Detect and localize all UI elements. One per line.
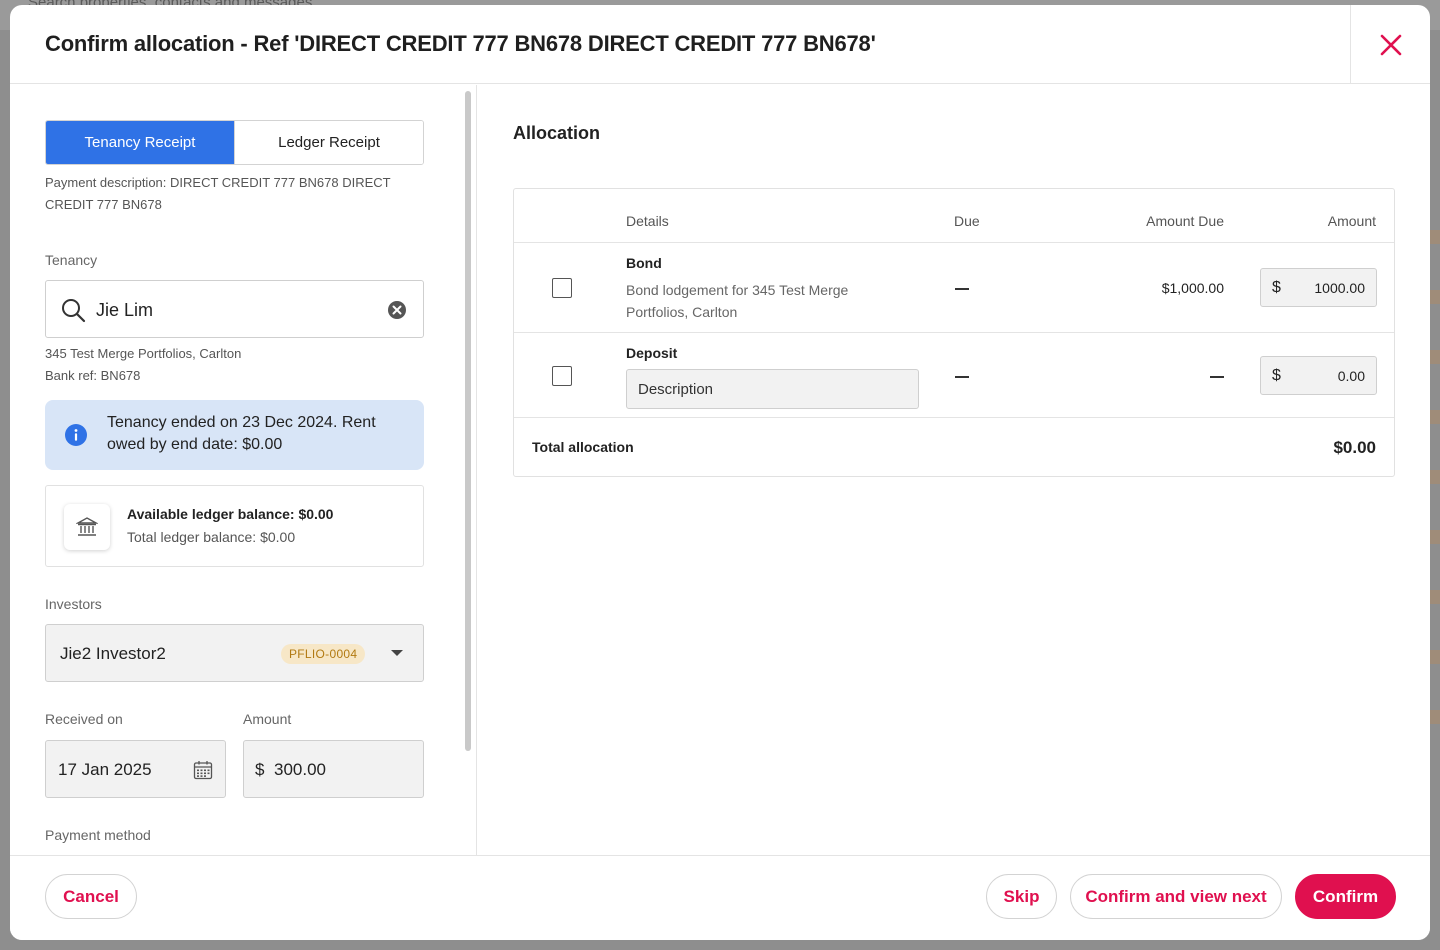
received-amount-input[interactable]: $ 300.00 xyxy=(243,740,424,798)
tenancy-address: 345 Test Merge Portfolios, Carlton xyxy=(45,346,242,361)
bond-checkbox[interactable] xyxy=(552,278,572,298)
tenancy-label: Tenancy xyxy=(45,252,98,268)
bank-icon xyxy=(76,517,98,536)
received-date-value: 17 Jan 2025 xyxy=(58,760,152,779)
tenancy-search-value: Jie Lim xyxy=(96,300,154,320)
received-amount-value: 300.00 xyxy=(274,760,326,779)
allocation-title: Allocation xyxy=(513,123,601,143)
row-divider xyxy=(514,242,1394,243)
bond-amount-due: $1,000.00 xyxy=(1161,280,1224,296)
confirm-allocation-modal: Confirm allocation - Ref 'DIRECT CREDIT … xyxy=(10,5,1430,940)
confirm-button[interactable]: Confirm xyxy=(1295,874,1396,919)
bank-icon-tile xyxy=(64,504,110,550)
left-panel-scrollbar[interactable] xyxy=(463,85,473,855)
total-allocation-value: $0.00 xyxy=(1333,438,1376,457)
tenancy-details: 345 Test Merge Portfolios, Carlton Bank … xyxy=(45,343,241,387)
deposit-amount-value: 0.00 xyxy=(1337,368,1365,384)
skip-button[interactable]: Skip xyxy=(986,874,1057,919)
currency-symbol: $ xyxy=(1272,279,1281,296)
chevron-down-icon xyxy=(391,650,403,656)
amount-label: Amount xyxy=(243,711,292,727)
description-placeholder: Description xyxy=(638,381,714,398)
deposit-title: Deposit xyxy=(626,345,678,361)
modal-footer: Cancel Skip Confirm and view next Confir… xyxy=(10,855,1430,940)
bond-due-dash xyxy=(955,288,969,290)
column-header-amount-due: Amount Due xyxy=(1146,213,1224,229)
calendar-icon[interactable] xyxy=(193,760,213,780)
receipt-form-panel: Tenancy Receipt Ledger Receipt Payment d… xyxy=(10,85,460,855)
deposit-description-input[interactable]: Description xyxy=(626,369,919,409)
total-ledger-balance: Total ledger balance: $0.00 xyxy=(127,529,296,545)
tenancy-info-notice: Tenancy ended on 23 Dec 2024. Rent owed … xyxy=(45,400,424,470)
available-ledger-balance: Available ledger balance: $0.00 xyxy=(127,506,334,522)
tenancy-search-input[interactable]: Jie Lim xyxy=(45,280,424,338)
payment-description: Payment description: DIRECT CREDIT 777 B… xyxy=(45,175,391,212)
info-icon xyxy=(65,424,87,446)
bond-amount-input[interactable]: $ 1000.00 xyxy=(1260,268,1377,307)
bond-amount-value: 1000.00 xyxy=(1314,280,1365,296)
confirm-and-view-next-button[interactable]: Confirm and view next xyxy=(1070,874,1282,919)
modal-title: Confirm allocation - Ref 'DIRECT CREDIT … xyxy=(45,31,876,56)
deposit-due-dash xyxy=(955,376,969,378)
cancel-button[interactable]: Cancel xyxy=(45,874,137,919)
column-header-due: Due xyxy=(954,213,980,229)
scrollbar-thumb[interactable] xyxy=(465,91,471,751)
allocation-panel: Allocation Details Due Amount Due Amount… xyxy=(477,85,1430,855)
deposit-amount-due-dash xyxy=(1210,376,1224,378)
allocation-table: Details Due Amount Due Amount Bond Bond … xyxy=(513,188,1395,477)
modal-header: Confirm allocation - Ref 'DIRECT CREDIT … xyxy=(10,5,1430,84)
portfolio-badge: PFLIO-0004 xyxy=(281,644,366,664)
clear-icon[interactable] xyxy=(387,300,407,320)
close-icon xyxy=(1380,34,1401,55)
received-date-input[interactable]: 17 Jan 2025 xyxy=(45,740,226,798)
column-header-details: Details xyxy=(626,213,669,229)
payment-method-label: Payment method xyxy=(45,827,151,843)
currency-symbol: $ xyxy=(255,760,265,779)
search-icon xyxy=(62,299,86,323)
tab-ledger-receipt[interactable]: Ledger Receipt xyxy=(234,121,423,164)
ledger-balance-card: Available ledger balance: $0.00 Total le… xyxy=(45,485,424,567)
investor-select[interactable]: Jie2 Investor2 PFLIO-0004 xyxy=(45,624,424,682)
investors-label: Investors xyxy=(45,596,102,612)
close-button[interactable] xyxy=(1350,5,1430,84)
investor-select-value: Jie2 Investor2 xyxy=(60,644,166,663)
info-notice-text: Tenancy ended on 23 Dec 2024. Rent owed … xyxy=(107,414,376,453)
deposit-checkbox[interactable] xyxy=(552,366,572,386)
total-allocation-label: Total allocation xyxy=(532,439,634,455)
row-divider xyxy=(514,332,1394,333)
received-on-label: Received on xyxy=(45,711,123,727)
deposit-amount-input[interactable]: $ 0.00 xyxy=(1260,356,1377,395)
currency-symbol: $ xyxy=(1272,367,1281,384)
receipt-type-toggle: Tenancy Receipt Ledger Receipt xyxy=(45,120,424,165)
bond-description: Bond lodgement for 345 Test Merge Portfo… xyxy=(626,282,849,320)
tab-tenancy-receipt[interactable]: Tenancy Receipt xyxy=(46,121,234,164)
column-header-amount: Amount xyxy=(1327,213,1376,229)
bond-title: Bond xyxy=(626,255,662,271)
row-divider xyxy=(514,417,1394,418)
tenancy-bank-ref: Bank ref: BN678 xyxy=(45,368,141,383)
